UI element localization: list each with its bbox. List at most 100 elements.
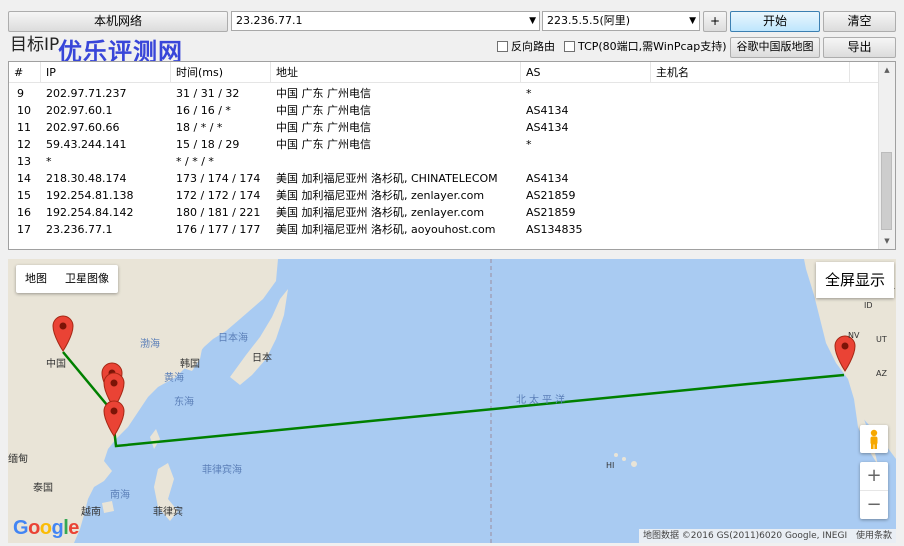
table-row[interactable]: 11 202.97.60.66 18 / * / * 中国 广东 广州电信 AS4134 xyxy=(9,119,880,136)
label-vietnam: 越南 xyxy=(81,507,101,518)
chevron-down-icon[interactable]: ▼ xyxy=(689,12,696,30)
dns-combo-value: 223.5.5.5(阿里) xyxy=(547,14,631,27)
map-canvas xyxy=(8,259,896,543)
table-row[interactable]: 16 192.254.84.142 180 / 181 / 221 美国 加利福尼亚州… xyxy=(9,204,880,221)
cell-addr: 美国 加利福尼亚州 洛杉矶, zenlayer.com xyxy=(276,206,485,219)
label-id: ID xyxy=(864,301,873,310)
cell-ip: 202.97.60.66 xyxy=(46,121,120,134)
label-sea-of-japan: 日本海 xyxy=(218,333,248,344)
label-yellow-sea: 黄海 xyxy=(164,373,184,384)
cell-time: 31 / 31 / 32 xyxy=(176,87,240,100)
table-row[interactable]: 17 23.236.77.1 176 / 177 / 177 美国 加利福尼亚州 洛杉… xyxy=(9,221,880,238)
network-button[interactable]: 本机网络 xyxy=(8,11,228,32)
scroll-up-icon[interactable]: ▲ xyxy=(879,62,895,78)
map-marker-icon[interactable] xyxy=(834,334,856,375)
scroll-thumb[interactable] xyxy=(881,152,892,230)
cell-ip: * xyxy=(46,155,52,168)
zoom-in-button[interactable]: + xyxy=(860,462,888,491)
clear-button[interactable]: 清空 xyxy=(823,11,896,32)
attribution-text: 地图数据 ©2016 GS(2011)6020 Google, INEGI xyxy=(642,531,848,541)
fullscreen-button[interactable]: 全屏显示 xyxy=(816,262,894,298)
label-korea: 韩国 xyxy=(180,359,200,370)
col-ip-header[interactable]: IP xyxy=(41,62,171,82)
pegman-icon-graphic xyxy=(870,429,878,449)
chevron-down-icon[interactable]: ▼ xyxy=(529,12,536,30)
label-hawaii: HI xyxy=(606,461,615,470)
cell-addr: 中国 广东 广州电信 xyxy=(276,121,371,134)
col-hop-header[interactable]: # xyxy=(9,62,41,82)
cell-ip: 202.97.60.1 xyxy=(46,104,113,117)
start-button[interactable]: 开始 xyxy=(730,11,820,32)
label-nv: NV xyxy=(848,331,860,340)
land-hainan xyxy=(102,501,114,513)
add-dns-button[interactable]: + xyxy=(703,11,727,32)
table-header: # IP 时间(ms) 地址 AS 主机名 xyxy=(9,62,880,83)
tcp-checkbox[interactable]: TCP(80端口,需WinPcap支持) xyxy=(564,40,727,54)
target-combo[interactable]: 23.236.77.1 ▼ xyxy=(231,11,540,31)
table-row[interactable]: 14 218.30.48.174 173 / 174 / 174 美国 加利福尼亚州 … xyxy=(9,170,880,187)
terms-link[interactable]: 使用条款 xyxy=(856,531,892,541)
cell-as: AS21859 xyxy=(526,189,576,202)
checkbox-icon[interactable] xyxy=(497,41,508,52)
scroll-down-icon[interactable]: ▼ xyxy=(879,233,895,249)
cell-addr: 美国 加利福尼亚州 洛杉矶, aoyouhost.com xyxy=(276,223,496,236)
cell-time: 173 / 174 / 174 xyxy=(176,172,261,185)
label-az: AZ xyxy=(876,369,887,378)
table-row[interactable]: 10 202.97.60.1 16 / 16 / * 中国 广东 广州电信 AS4134 xyxy=(9,102,880,119)
cell-n: 15 xyxy=(17,189,31,202)
cell-n: 10 xyxy=(17,104,31,117)
google-china-map-button[interactable]: 谷歌中国版地图 xyxy=(730,37,820,58)
label-bohai: 渤海 xyxy=(140,339,160,350)
label-philippine-sea: 菲律宾海 xyxy=(202,465,242,476)
cell-n: 11 xyxy=(17,121,31,134)
google-logo: Google xyxy=(13,517,79,539)
cell-addr: 中国 广东 广州电信 xyxy=(276,87,371,100)
label-china: 中国 xyxy=(46,359,66,370)
col-time-header[interactable]: 时间(ms) xyxy=(171,62,271,82)
cell-n: 16 xyxy=(17,206,31,219)
table-row[interactable]: 9 202.97.71.237 31 / 31 / 32 中国 广东 广州电信 * xyxy=(9,85,880,102)
map-marker-icon[interactable] xyxy=(52,314,74,355)
label-east-sea: 东海 xyxy=(174,397,194,408)
cell-time: 18 / * / * xyxy=(176,121,223,134)
cell-as: * xyxy=(526,87,532,100)
land-taiwan xyxy=(150,429,160,449)
tcp-label: TCP(80端口,需WinPcap支持) xyxy=(578,40,727,53)
map-type-tabs: 地图 卫星图像 xyxy=(16,265,118,293)
label-thailand: 泰国 xyxy=(33,483,53,494)
pegman-icon[interactable] xyxy=(860,425,888,453)
cell-as: AS4134 xyxy=(526,104,569,117)
cell-ip: 59.43.244.141 xyxy=(46,138,127,151)
trace-table[interactable]: # IP 时间(ms) 地址 AS 主机名 9 202.97.71.237 31 /… xyxy=(8,61,896,250)
table-row[interactable]: 15 192.254.81.138 172 / 172 / 174 美国 加利福尼亚州… xyxy=(9,187,880,204)
cell-as: AS134835 xyxy=(526,223,583,236)
map-marker-icon[interactable] xyxy=(103,399,125,440)
label-japan: 日本 xyxy=(252,353,272,364)
col-hostname-header[interactable]: 主机名 xyxy=(651,62,850,82)
tab-map[interactable]: 地图 xyxy=(16,265,56,293)
cell-ip: 202.97.71.237 xyxy=(46,87,127,100)
table-row[interactable]: 12 59.43.244.141 15 / 18 / 29 中国 广东 广州电信 * xyxy=(9,136,880,153)
vertical-scrollbar[interactable]: ▲ ▼ xyxy=(878,62,895,249)
label-philippines: 菲律宾 xyxy=(153,507,183,518)
zoom-out-button[interactable]: − xyxy=(860,491,888,519)
col-as-header[interactable]: AS xyxy=(521,62,651,82)
cell-as: * xyxy=(526,138,532,151)
table-row[interactable]: 13 * * / * / * xyxy=(9,153,880,170)
cell-n: 9 xyxy=(17,87,24,100)
tab-satellite[interactable]: 卫星图像 xyxy=(56,265,118,293)
target-label: 目标IP xyxy=(10,35,60,55)
map-attribution: 地图数据 ©2016 GS(2011)6020 Google, INEGI 使用… xyxy=(638,529,896,543)
cell-addr: 中国 广东 广州电信 xyxy=(276,138,371,151)
label-ut: UT xyxy=(876,335,887,344)
cell-ip: 192.254.84.142 xyxy=(46,206,134,219)
cell-addr: 美国 加利福尼亚州 洛杉矶, zenlayer.com xyxy=(276,189,485,202)
label-north-pacific: 北太平洋 xyxy=(516,395,568,406)
label-south-china-sea: 南海 xyxy=(110,490,130,501)
checkbox-icon[interactable] xyxy=(564,41,575,52)
export-button[interactable]: 导出 xyxy=(823,37,896,58)
reverse-route-checkbox[interactable]: 反向路由 xyxy=(497,40,555,54)
col-address-header[interactable]: 地址 xyxy=(271,62,521,82)
route-map[interactable]: 中国 渤海 韩国 日本海 日本 黄海 东海 北太平洋 菲律宾海 缅甸 泰国 南海… xyxy=(8,259,896,543)
dns-combo[interactable]: 223.5.5.5(阿里) ▼ xyxy=(542,11,700,31)
